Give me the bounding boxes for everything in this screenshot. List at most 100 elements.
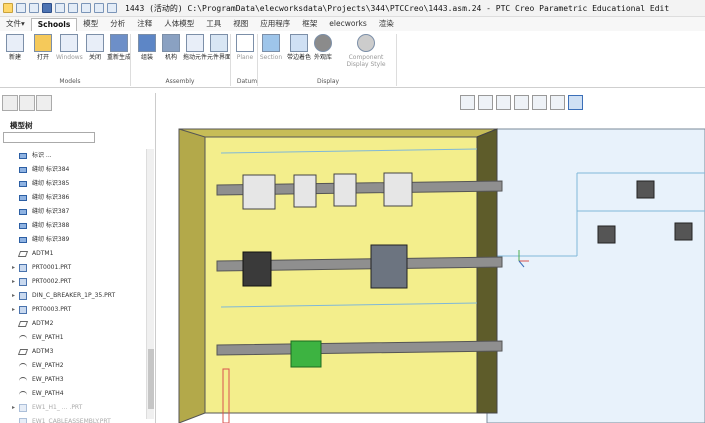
tree-item-label: EW_PATH1: [32, 334, 64, 341]
tab-model-tree[interactable]: [2, 95, 18, 111]
scroll-thumb[interactable]: [148, 349, 154, 409]
ribbon-button-3[interactable]: 关闭: [82, 33, 108, 75]
tab-10[interactable]: elecworks: [323, 18, 373, 31]
ribbon-button-12[interactable]: 外观库: [310, 33, 336, 75]
expand-arrow-icon[interactable]: ▸: [12, 261, 18, 275]
ribbon-button-label: 带边着色: [286, 54, 311, 61]
ribbon-button-label: 拖动元件: [182, 54, 207, 61]
tab-0[interactable]: 文件▾: [0, 18, 31, 31]
cabinet-left-side: [178, 128, 206, 423]
ribbon-separator: [230, 34, 231, 86]
tree-scrollbar[interactable]: [146, 149, 154, 419]
tree-item-label: EW_PATH3: [32, 376, 64, 383]
feat-icon: [19, 181, 27, 187]
tree-item[interactable]: EW_PATH2: [0, 359, 155, 373]
undo-icon[interactable]: [55, 3, 65, 13]
ribbon-button-6[interactable]: 机构: [158, 33, 184, 75]
tab-favorites[interactable]: [36, 95, 52, 111]
tab-4[interactable]: 注释: [131, 18, 158, 31]
tree-item[interactable]: EW_PATH4: [0, 387, 155, 401]
tree-item[interactable]: ▸ DIN_C_BREAKER_1P_35.PRT: [0, 289, 155, 303]
ribbon-group-label: Display: [316, 78, 340, 85]
tree-item[interactable]: EW_PATH3: [0, 373, 155, 387]
tree-item[interactable]: ▸ PRT0001.PRT: [0, 261, 155, 275]
ribbon-button-label: 元件界面: [206, 54, 231, 61]
new-icon: [6, 34, 24, 52]
part-icon: [19, 306, 27, 314]
tree-item-label: 缝纫 标识385: [32, 180, 70, 187]
expand-arrow-icon[interactable]: ▸: [12, 289, 18, 303]
tab-8[interactable]: 应用程序: [254, 18, 296, 31]
tree-item[interactable]: ▸ PRT0002.PRT: [0, 275, 155, 289]
ribbon-button-2[interactable]: Windows: [56, 33, 83, 75]
ribbon-button-0[interactable]: 新建: [2, 33, 28, 75]
tree-item[interactable]: ADTM2: [0, 317, 155, 331]
open-folder-icon: [34, 34, 52, 52]
ribbon-button-label: 新建: [8, 54, 21, 61]
windows-quick-icon[interactable]: [94, 3, 104, 13]
tab-folder-browser[interactable]: [19, 95, 35, 111]
ribbon-button-9[interactable]: Plane: [232, 33, 258, 75]
path-icon: [19, 377, 27, 382]
expand-arrow-icon[interactable]: ▸: [12, 303, 18, 317]
new-file-icon[interactable]: [16, 3, 26, 13]
door-device: [597, 225, 616, 244]
close-quick-icon[interactable]: [107, 3, 117, 13]
tree-item-label: 缝纫 标识387: [32, 208, 70, 215]
regenerate-icon: [110, 34, 128, 52]
tab-5[interactable]: 人体模型: [158, 18, 200, 31]
tree-item[interactable]: 缝纫 标识384: [0, 163, 155, 177]
regenerate-quick-icon[interactable]: [81, 3, 91, 13]
ribbon-button-7[interactable]: 拖动元件: [182, 33, 208, 75]
path-icon: [19, 391, 27, 396]
tree-item-label: EW_PATH4: [32, 390, 64, 397]
ribbon-button-10[interactable]: Section: [258, 33, 284, 75]
graphics-area[interactable]: [157, 93, 705, 423]
power-supply: [370, 244, 408, 289]
tree-item-label: DIN_C_BREAKER_1P_35.PRT: [32, 292, 116, 299]
tree-item[interactable]: EW_PATH1: [0, 331, 155, 345]
tab-6[interactable]: 工具: [200, 18, 227, 31]
model-viewport[interactable]: [157, 93, 705, 423]
tab-2[interactable]: 模型: [77, 18, 104, 31]
drag-hand-icon: [186, 34, 204, 52]
windows-icon: [60, 34, 78, 52]
ribbon-button-11[interactable]: 带边着色: [286, 33, 312, 75]
expand-arrow-icon[interactable]: ▸: [12, 401, 18, 415]
tab-7[interactable]: 视图: [227, 18, 254, 31]
tree-item[interactable]: EW1_CABLEASSEMBLY.PRT: [0, 415, 155, 423]
tree-item[interactable]: 缝纫 标识386: [0, 191, 155, 205]
tree-item[interactable]: 缝纫 标识388: [0, 219, 155, 233]
tree-item[interactable]: 缝纫 标识389: [0, 233, 155, 247]
feat-icon: [19, 195, 27, 201]
tree-item[interactable]: 缝纫 标识387: [0, 205, 155, 219]
tab-11[interactable]: 渲染: [373, 18, 400, 31]
tab-9[interactable]: 框架: [296, 18, 323, 31]
tree-item[interactable]: ADTM3: [0, 345, 155, 359]
tree-item[interactable]: ▸ EW1_H1_ ... .PRT: [0, 401, 155, 415]
tree-search-input[interactable]: [3, 132, 95, 143]
assemble-icon: [138, 34, 156, 52]
ribbon-button-label: Section: [259, 54, 283, 61]
ribbon-button-5[interactable]: 组装: [134, 33, 160, 75]
tree-item-label: ADTM1: [32, 250, 54, 257]
ribbon-button-4[interactable]: 重新生成: [106, 33, 132, 75]
tab-3[interactable]: 分析: [104, 18, 131, 31]
ribbon-button-label: Plane: [236, 54, 254, 61]
tree-item[interactable]: 标识 ...: [0, 149, 155, 163]
ribbon-button-13[interactable]: Component Display Style: [346, 33, 386, 75]
save-icon[interactable]: [42, 3, 52, 13]
tree-item[interactable]: ADTM1: [0, 247, 155, 261]
feat-icon: [19, 153, 27, 159]
tree-item[interactable]: 缝纫 标识385: [0, 177, 155, 191]
open-icon[interactable]: [29, 3, 39, 13]
part-icon: [19, 292, 27, 300]
tree-item-label: ADTM2: [32, 320, 54, 327]
ribbon-button-1[interactable]: 打开: [30, 33, 56, 75]
ribbon-button-8[interactable]: 元件界面: [206, 33, 232, 75]
redo-icon[interactable]: [68, 3, 78, 13]
expand-arrow-icon[interactable]: ▸: [12, 275, 18, 289]
tree-item-label: EW_PATH2: [32, 362, 64, 369]
tab-1[interactable]: Schools: [30, 18, 78, 31]
tree-item[interactable]: ▸ PRT0003.PRT: [0, 303, 155, 317]
